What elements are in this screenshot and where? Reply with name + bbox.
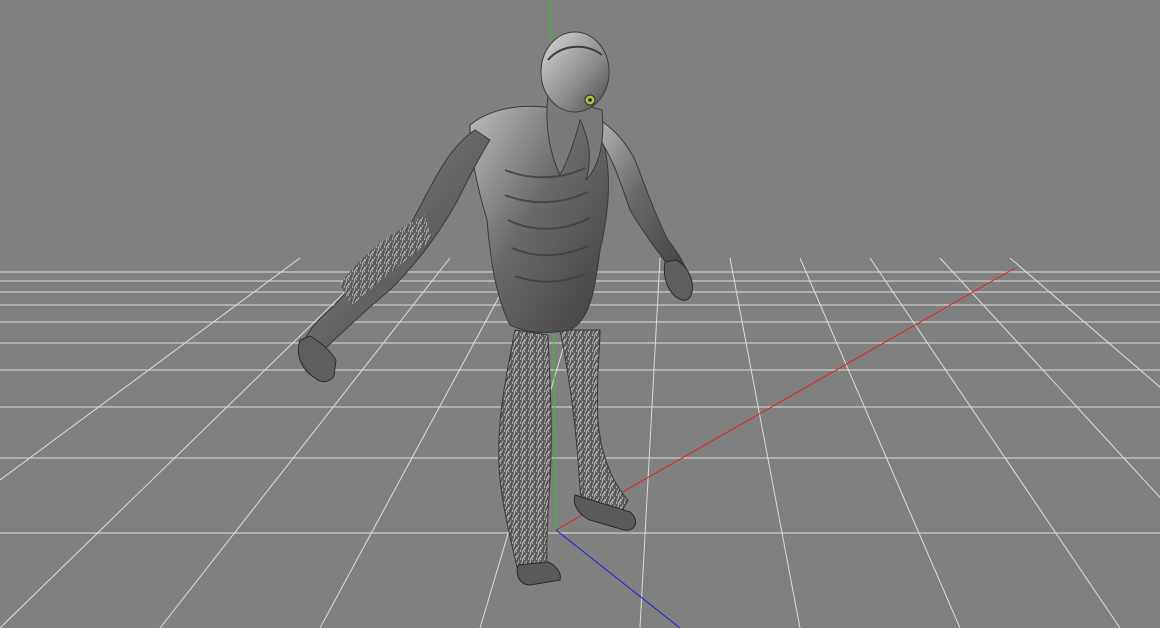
right-leg [559, 329, 629, 516]
left-leg [498, 329, 552, 583]
right-hand [663, 259, 693, 301]
x-axis-line [555, 267, 1016, 531]
scene-canvas[interactable] [0, 0, 1160, 628]
creature-pupil [588, 98, 592, 102]
creature-model[interactable] [297, 31, 693, 586]
left-foot [516, 561, 561, 586]
3d-viewport[interactable] [0, 0, 1160, 628]
creature-head [540, 31, 610, 113]
z-axis-line [555, 529, 681, 628]
